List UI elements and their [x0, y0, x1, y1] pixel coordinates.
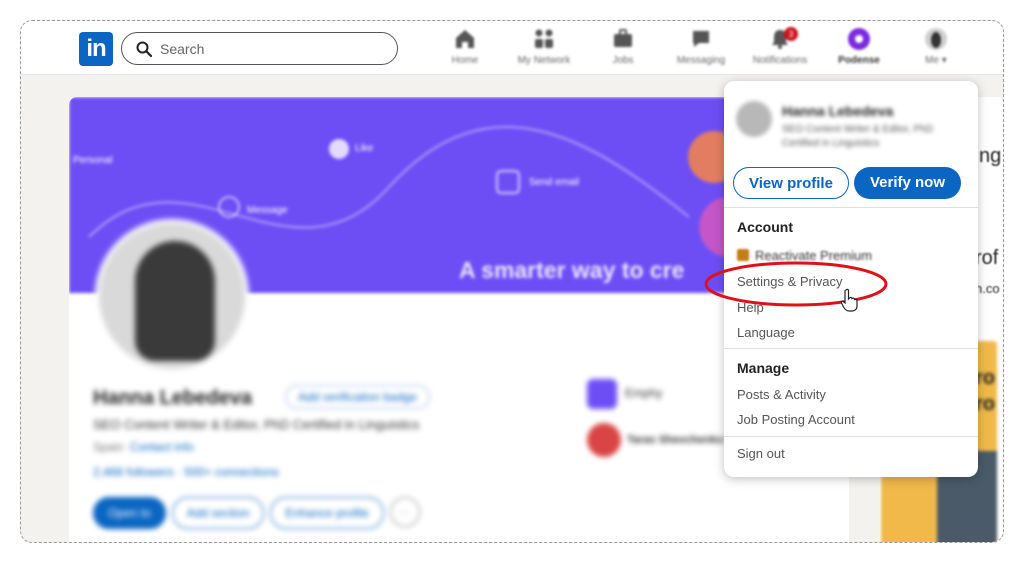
sign-out-item[interactable]: Sign out	[737, 446, 785, 461]
location-text: Spain	[93, 440, 124, 454]
banner-chip: Like	[355, 143, 374, 154]
menu-user-title: SEO Content Writer & Editor, PhD Certifi…	[782, 124, 933, 149]
avatar-icon	[925, 28, 947, 50]
right-text: ro	[975, 393, 995, 415]
job-posting-account-item[interactable]: Job Posting Account	[737, 412, 855, 427]
menu-user-avatar	[736, 101, 772, 137]
contact-info-link[interactable]: Contact info	[130, 440, 194, 454]
right-text: ro	[975, 367, 995, 389]
nav-messaging-label: Messaging	[676, 55, 726, 66]
profile-connections[interactable]: 2,468 followers · 500+ connections	[93, 465, 279, 479]
open-to-button[interactable]: Open to	[93, 497, 166, 529]
menu-divider	[724, 348, 978, 349]
enhance-profile-button[interactable]: Enhance profile	[270, 497, 384, 529]
network-icon	[535, 29, 553, 48]
notification-badge: 3	[784, 27, 798, 41]
chat-icon	[693, 31, 709, 47]
menu-divider	[724, 207, 978, 208]
home-icon	[456, 30, 474, 48]
highlight-ellipse	[704, 261, 888, 307]
nav-my-network[interactable]: My Network	[509, 27, 579, 71]
posts-activity-item[interactable]: Posts & Activity	[737, 387, 826, 402]
search-bar[interactable]	[121, 32, 398, 65]
nav-jobs[interactable]: Jobs	[609, 27, 637, 71]
more-button[interactable]: ···	[389, 497, 420, 527]
right-text: ng	[979, 145, 1002, 167]
add-section-button[interactable]: Add section	[171, 497, 265, 529]
manage-section-title: Manage	[737, 360, 790, 376]
nav-podense[interactable]: Podense	[831, 27, 887, 71]
profile-headline: SEO Content Writer & Editor, PhD Certifi…	[93, 417, 420, 432]
profile-actions: Open to Add section Enhance profile ···	[93, 497, 420, 529]
hand-cursor-icon	[840, 288, 858, 312]
banner-tagline: A smarter way to cre	[459, 257, 685, 283]
language-item[interactable]: Language	[737, 325, 795, 340]
nav-notifications-label: Notifications	[752, 55, 808, 66]
profile-name: Hanna Lebedeva	[93, 387, 252, 409]
menu-user-name: Hanna Lebedeva	[782, 103, 894, 119]
profile-company[interactable]: Emphy	[587, 379, 662, 409]
right-text: n.co	[975, 281, 1000, 296]
nav-me[interactable]: Me ▾	[918, 27, 954, 71]
verify-now-button[interactable]: Verify now	[854, 167, 961, 199]
search-input[interactable]	[160, 39, 385, 59]
nav-messaging[interactable]: Messaging	[673, 27, 729, 71]
company-name: Emphy	[625, 386, 663, 401]
search-icon	[136, 41, 152, 57]
screenshot-frame: in Home My Network Jobs Messaging 3	[20, 20, 1004, 543]
nav-jobs-label: Jobs	[612, 55, 634, 66]
top-navigation: in Home My Network Jobs Messaging 3	[21, 21, 1003, 75]
nav-home[interactable]: Home	[448, 27, 482, 71]
school-logo	[587, 423, 621, 457]
account-section-title: Account	[737, 219, 793, 235]
menu-divider	[724, 436, 978, 437]
company-logo	[587, 379, 617, 409]
briefcase-icon	[614, 29, 632, 47]
nav-notifications[interactable]: 3 Notifications	[746, 27, 814, 71]
profile-location: Spain Contact info	[93, 440, 194, 454]
profile-avatar[interactable]	[95, 219, 249, 373]
nav-home-label: Home	[451, 55, 479, 66]
nav-my-network-label: My Network	[517, 55, 571, 66]
right-text: rof	[975, 247, 999, 269]
add-verification-badge-button[interactable]: Add verification badge	[285, 385, 430, 409]
view-profile-button[interactable]: View profile	[733, 167, 849, 199]
nav-me-label: Me ▾	[925, 55, 947, 66]
nav-podense-label: Podense	[838, 55, 880, 66]
banner-chip: Send email	[529, 177, 580, 188]
linkedin-logo[interactable]: in	[79, 32, 113, 66]
podense-icon	[848, 28, 870, 50]
banner-chip: Personal	[73, 155, 113, 166]
banner-chip: Message	[247, 205, 288, 216]
